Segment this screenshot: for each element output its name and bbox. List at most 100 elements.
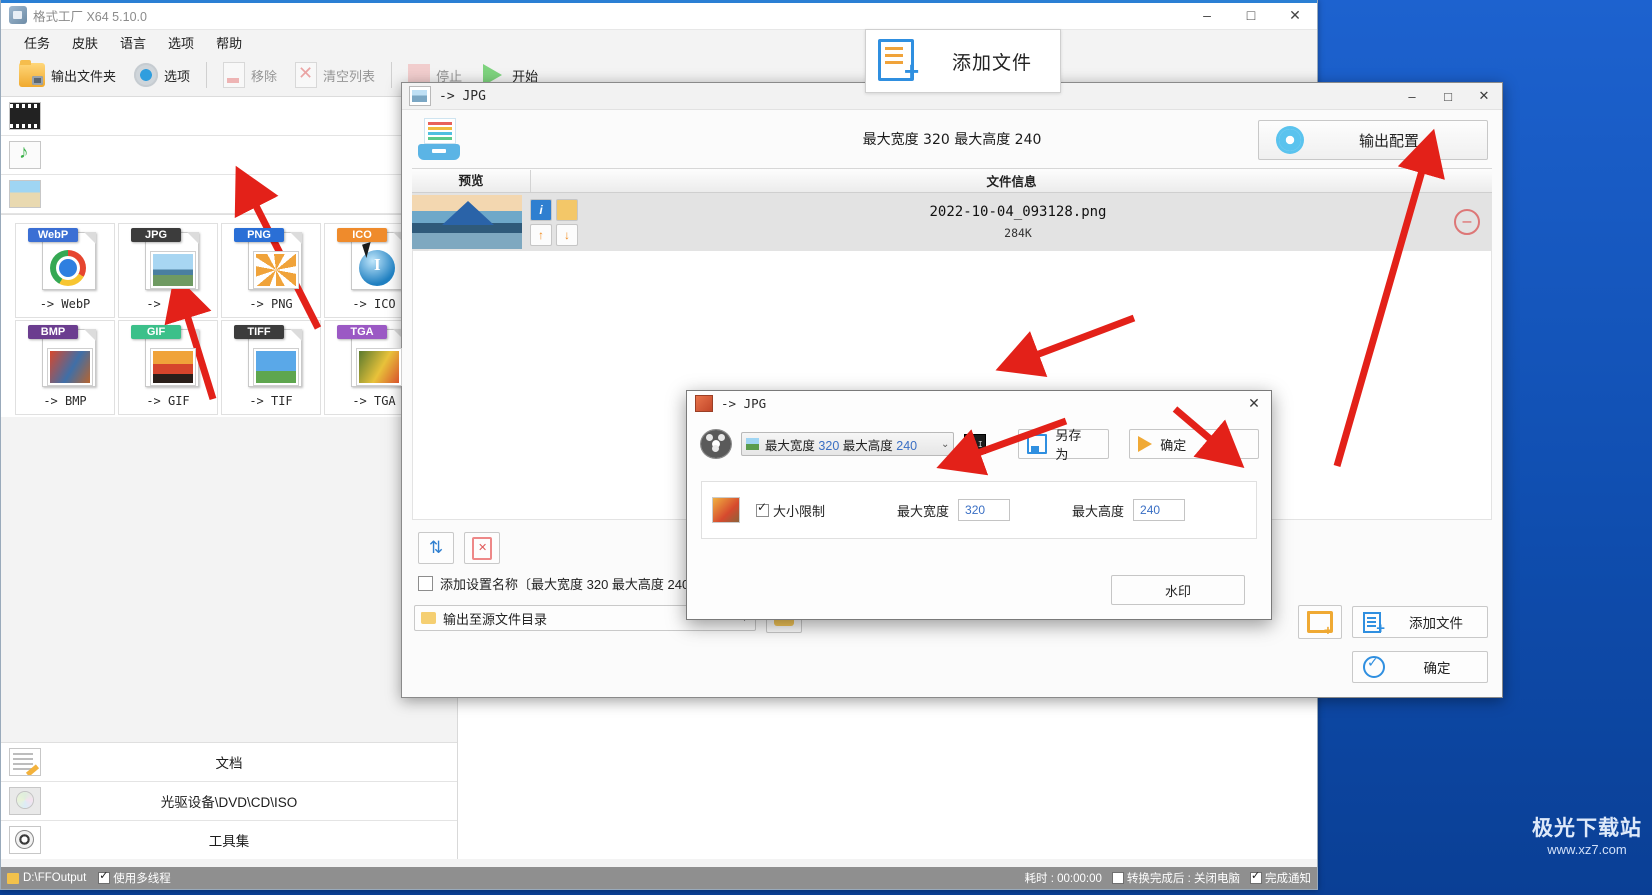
jpg-settings-dialog: -> JPG ✕ 最大宽度 320 最大高度 240 ⌄ CLI 另存为 确定 … [686,390,1272,620]
app-logo-icon [9,6,27,24]
menu-language[interactable]: 语言 [109,30,157,55]
category-disc[interactable]: 光驱设备\DVD\CD\ISO [1,782,457,821]
tile-jpg[interactable]: JPG -> JPG [118,223,218,318]
multithread-toggle[interactable]: 使用多线程 [98,869,171,886]
menu-help[interactable]: 帮助 [205,30,253,55]
size-limit-label: 大小限制 [773,503,826,519]
toolbar-output-folder[interactable]: 输出文件夹 [11,59,124,91]
tile-webp[interactable]: WebP -> WebP [15,223,115,318]
jpg-dialog-header: 最大宽度 320 最大高度 240 输出配置 [402,110,1502,168]
arrow-right-icon [1138,436,1153,452]
ok-button-label: 确定 [1423,661,1451,676]
chevron-down-icon: ⌄ [941,438,950,450]
sort-button[interactable]: ⇅ [418,532,454,564]
tile-tiff[interactable]: TIFF -> TIF [221,320,321,415]
add-setting-name-checkbox[interactable] [418,576,433,591]
after-convert-label: 转换完成后 : 关闭电脑 [1126,873,1240,885]
clear-list-button[interactable] [464,532,500,564]
multithread-checkbox[interactable] [98,869,111,884]
tile-gif[interactable]: GIF -> GIF [118,320,218,415]
ico-ball-icon [359,250,395,286]
settings-preset-row: 最大宽度 320 最大高度 240 ⌄ CLI 另存为 确定 [687,415,1271,462]
tile-png[interactable]: PNG -> PNG [221,223,321,318]
film-reel-icon [701,430,731,458]
add-file-drop-button[interactable]: + 添加文件 [865,29,1061,93]
category-toolset[interactable]: 工具集 [1,821,457,859]
remove-file-button[interactable]: – [1454,209,1480,235]
column-preview: 预览 [412,169,531,192]
file-size: 284K [1004,226,1032,240]
category-document[interactable]: 文档 [1,743,457,782]
confirm-button[interactable]: 确定 [1129,429,1259,459]
jpg-dialog-bottom-actions: + 添加文件 确定 [1298,605,1488,683]
tile-caption: -> PNG [249,297,293,311]
toolbar-clear-list[interactable]: 清空列表 [287,58,383,92]
column-file-info: 文件信息 [986,175,1037,189]
notify-label: 完成通知 [1265,873,1311,885]
close-button[interactable]: ✕ [1273,2,1317,29]
sort-icon: ⇅ [428,538,444,557]
toolbar-options-label: 选项 [164,68,191,84]
output-config-button[interactable]: 输出配置 [1258,120,1488,160]
jpg-dialog-maximize[interactable]: □ [1430,84,1466,109]
new-folder-icon [1307,611,1333,635]
preset-select[interactable]: 最大宽度 320 最大高度 240 ⌄ [740,432,955,456]
tile-badge: ICO [337,228,387,242]
tile-bmp[interactable]: BMP -> BMP [15,320,115,415]
notify-checkbox[interactable] [1250,869,1262,884]
size-limit-toggle[interactable]: 大小限制 [756,500,826,520]
watermark-brand: 极光下载站 [1532,817,1642,840]
after-convert-toggle[interactable]: 转换完成后 : 关闭电脑 [1111,870,1240,886]
check-circle-icon [1363,654,1385,678]
minimize-button[interactable]: – [1185,2,1229,29]
file-info-button[interactable]: i [530,198,552,221]
table-row[interactable]: i ↑ ↓ 2022-10-04_093128.png 284K – [412,193,1492,251]
cli-button[interactable]: CLI [964,434,987,454]
options-gear-icon [134,63,159,87]
app-title: 格式工厂 X64 5.10.0 [33,9,147,24]
tile-caption: -> TIF [249,394,293,408]
row-action-buttons: i ↑ ↓ [526,193,582,251]
multithread-label: 使用多线程 [113,873,171,885]
toolbar-options[interactable]: 选项 [126,59,198,91]
open-folder-button[interactable] [556,198,578,221]
after-convert-checkbox[interactable] [1111,872,1124,884]
photo-flower-icon [254,252,298,288]
ok-button[interactable]: 确定 [1352,651,1488,683]
settings-dialog-close[interactable]: ✕ [1237,392,1271,415]
new-folder-button[interactable] [1298,605,1342,639]
notify-toggle[interactable]: 完成通知 [1250,869,1311,886]
chrome-icon [50,250,86,286]
confirm-button-label: 确定 [1160,437,1187,453]
category-disc-label: 光驱设备\DVD\CD\ISO [160,795,298,810]
size-limit-box: 大小限制 最大宽度 320 最大高度 240 [701,481,1257,539]
jpg-dialog-close[interactable]: ✕ [1466,84,1502,109]
site-watermark: 极光下载站 www.xz7.com [1532,812,1642,857]
tile-badge: TGA [337,325,387,339]
tile-badge: TIFF [234,325,284,339]
max-height-input[interactable]: 240 [1133,499,1186,521]
toolbar-clear-list-label: 清空列表 [323,68,376,84]
move-up-button[interactable]: ↑ [530,223,552,246]
size-limit-checkbox[interactable] [756,500,769,517]
statusbar-output-path[interactable]: D:\FFOutput [23,872,86,884]
photo-bloom-icon [357,349,401,385]
folder-icon [421,612,436,624]
max-width-input[interactable]: 320 [958,499,1011,521]
category-list-bottom: 文档 光驱设备\DVD\CD\ISO 工具集 [1,742,457,859]
add-setting-name-label: 添加设置名称〔最大宽度 320 最大高度 240〕 [440,577,703,592]
tile-caption: -> BMP [43,394,87,408]
menu-tasks[interactable]: 任务 [13,30,61,55]
save-as-button[interactable]: 另存为 [1018,428,1110,462]
watermark-button[interactable]: 水印 [1111,575,1245,605]
app-window-controls: – □ ✕ [1185,2,1317,29]
confirm-row: 确定 [1352,651,1488,683]
add-file-button[interactable]: + 添加文件 [1352,606,1488,638]
toolbar-remove[interactable]: 移除 [215,58,285,92]
menu-options[interactable]: 选项 [157,30,205,55]
jpg-dialog-icon [409,86,431,106]
move-down-button[interactable]: ↓ [556,223,578,246]
maximize-button[interactable]: □ [1229,2,1273,29]
jpg-dialog-minimize[interactable]: – [1394,84,1430,109]
menu-skin[interactable]: 皮肤 [61,30,109,55]
